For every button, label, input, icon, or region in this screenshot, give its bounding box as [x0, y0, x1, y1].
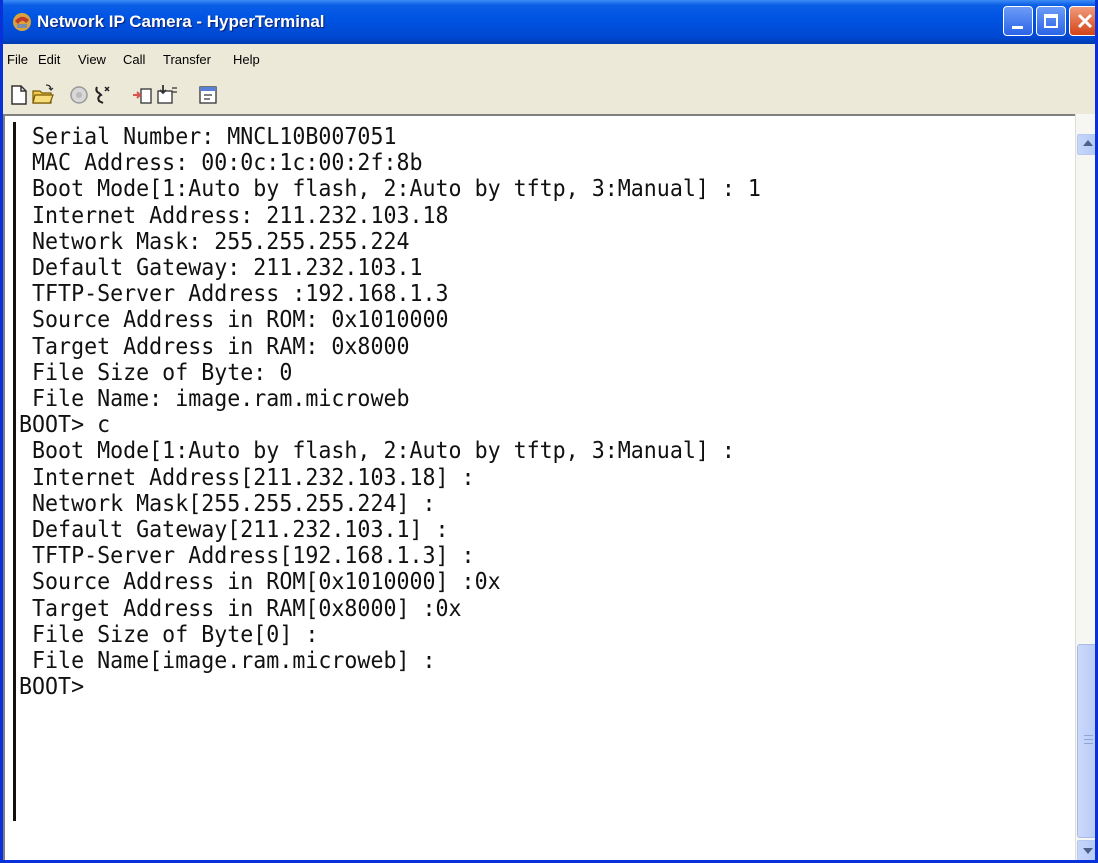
receive-icon[interactable] — [155, 83, 179, 107]
open-icon[interactable] — [31, 83, 55, 107]
terminal-text: Serial Number: MNCL10B007051 MAC Address… — [19, 124, 761, 701]
minimize-icon — [1012, 26, 1023, 29]
properties-icon[interactable] — [197, 83, 221, 107]
menu-call[interactable]: Call — [123, 52, 145, 67]
maximize-icon — [1044, 14, 1058, 28]
menu-transfer[interactable]: Transfer — [163, 52, 211, 67]
title-bar[interactable]: Network IP Camera - HyperTerminal — [3, 0, 1095, 44]
close-button[interactable] — [1069, 6, 1095, 36]
menu-help[interactable]: Help — [233, 52, 260, 67]
menu-file[interactable]: File — [7, 52, 28, 67]
send-icon[interactable] — [131, 83, 155, 107]
hyperterminal-app-icon[interactable] — [11, 11, 33, 33]
scrollbar-thumb[interactable] — [1077, 644, 1095, 838]
scroll-down-arrow-icon — [1083, 848, 1093, 854]
new-connection-icon[interactable] — [7, 83, 31, 107]
terminal-output[interactable]: Serial Number: MNCL10B007051 MAC Address… — [3, 114, 1075, 860]
call-icon[interactable] — [67, 83, 91, 107]
scroll-up-button[interactable] — [1077, 134, 1095, 155]
minimize-button[interactable] — [1003, 6, 1033, 36]
terminal-left-margin — [13, 122, 16, 821]
vertical-scrollbar[interactable] — [1075, 114, 1095, 860]
menu-bar: File Edit View Call Transfer Help — [3, 44, 1095, 76]
window-title: Network IP Camera - HyperTerminal — [37, 12, 325, 31]
menu-edit[interactable]: Edit — [38, 52, 60, 67]
maximize-button[interactable] — [1036, 6, 1066, 36]
disconnect-icon[interactable] — [91, 83, 115, 107]
scroll-up-arrow-icon — [1083, 140, 1093, 146]
scroll-down-button[interactable] — [1077, 840, 1095, 860]
menu-view[interactable]: View — [78, 52, 106, 67]
toolbar — [3, 76, 1095, 115]
hyperterminal-window: Network IP Camera - HyperTerminal File E… — [0, 0, 1098, 863]
close-icon — [1077, 13, 1093, 29]
